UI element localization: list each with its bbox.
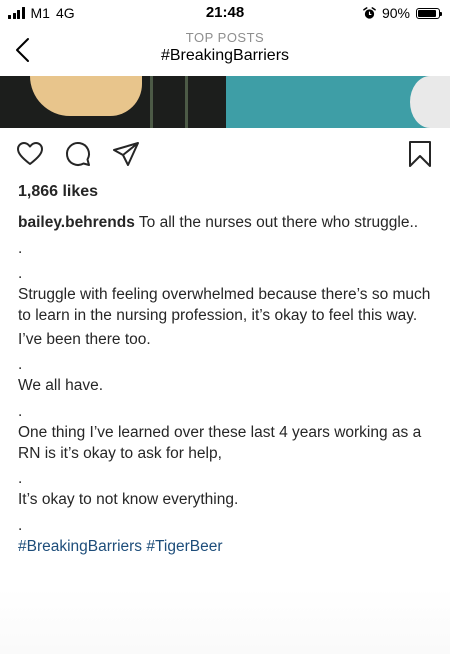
caption-line: We all have. — [18, 377, 104, 394]
caption-line: One thing I’ve learned over these last 4… — [18, 424, 422, 462]
battery-fill — [418, 9, 436, 17]
heart-icon[interactable] — [16, 140, 44, 168]
post-image[interactable] — [0, 76, 450, 128]
like-count[interactable]: 1,866 likes — [18, 183, 98, 201]
alarm-icon — [363, 6, 376, 19]
post-actions — [0, 138, 450, 172]
hashtag-link[interactable]: #TigerBeer — [146, 538, 222, 555]
hashtag-line: #BreakingBarriers #TigerBeer — [18, 536, 433, 557]
comment-icon[interactable] — [64, 140, 92, 168]
share-icon[interactable] — [112, 140, 140, 168]
caption-line: I’ve been there too. — [18, 331, 151, 348]
status-bar: M1 4G 21:48 90% — [0, 0, 450, 26]
bottom-area — [0, 588, 450, 654]
caption-line: . — [18, 403, 23, 420]
bookmark-icon[interactable] — [406, 140, 434, 168]
battery-percent: 90% — [381, 5, 410, 21]
caption-line: It’s okay to not know everything. — [18, 491, 239, 508]
caption-line: . — [18, 265, 23, 282]
nav-header: TOP POSTS #BreakingBarriers — [0, 26, 450, 76]
username[interactable]: bailey.behrends — [18, 214, 135, 231]
page-title: #BreakingBarriers — [160, 47, 290, 64]
caption-text: To all the nurses out there who struggle… — [134, 214, 419, 231]
header-subtitle: TOP POSTS — [185, 30, 265, 45]
caption-line: . — [18, 240, 23, 257]
battery-icon — [416, 7, 442, 19]
caption-line: . — [18, 517, 23, 534]
caption-first-line: bailey.behrends To all the nurses out th… — [18, 212, 433, 233]
post-image-right — [226, 76, 450, 128]
caption-line: . — [18, 470, 23, 487]
caption-line: . — [18, 356, 23, 373]
post-caption: bailey.behrends To all the nurses out th… — [18, 212, 433, 557]
hashtag-link[interactable]: #BreakingBarriers — [18, 538, 142, 555]
caption-line: Struggle with feeling overwhelmed becaus… — [18, 286, 431, 324]
status-right: 90% — [363, 5, 442, 21]
post-image-left — [0, 76, 226, 128]
